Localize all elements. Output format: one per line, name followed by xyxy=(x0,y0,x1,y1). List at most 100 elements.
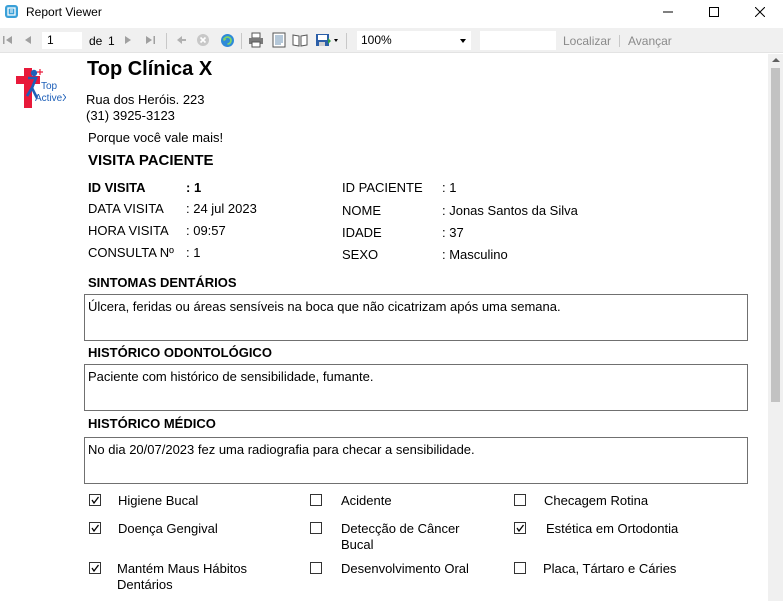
checkbox-label: Desenvolvimento Oral xyxy=(341,561,469,576)
checkbox-orthodontic-aesthetics xyxy=(514,522,526,534)
medical-history-box: No dia 20/07/2023 fez uma radiografia pa… xyxy=(84,437,748,484)
visit-date-value: : 24 jul 2023 xyxy=(186,201,257,216)
dental-symptoms-title: SINTOMAS DENTÁRIOS xyxy=(88,275,237,290)
maximize-button[interactable] xyxy=(691,0,737,24)
next-link[interactable]: Avançar xyxy=(628,34,672,48)
visit-time-label: HORA VISITA xyxy=(88,223,169,238)
dental-history-title: HISTÓRICO ODONTOLÓGICO xyxy=(88,345,272,360)
prev-page-button[interactable] xyxy=(20,32,36,48)
checkmark-icon xyxy=(91,564,100,573)
minimize-icon xyxy=(663,11,673,13)
patient-sex-value: : Masculino xyxy=(442,247,508,262)
patient-age-value: : 37 xyxy=(442,225,464,240)
next-page-icon xyxy=(125,36,131,44)
print-layout-icon xyxy=(272,32,286,48)
checkbox-label: Acidente xyxy=(341,493,392,508)
prev-page-icon xyxy=(25,36,31,44)
page-of-label: de xyxy=(89,34,103,48)
section-title: VISITA PACIENTE xyxy=(88,152,214,169)
page-number-input[interactable]: 1 xyxy=(41,31,83,50)
checkbox-gum-disease xyxy=(89,522,101,534)
checkbox-label: Estética em Ortodontia xyxy=(546,521,679,536)
print-button[interactable] xyxy=(248,32,264,48)
close-icon xyxy=(755,7,765,17)
app-icon xyxy=(5,5,18,18)
clinic-phone: (31) 3925-3123 xyxy=(86,108,175,123)
checkbox-label: Checagem Rotina xyxy=(544,493,649,508)
checkbox-routine-check xyxy=(514,494,526,506)
export-button[interactable] xyxy=(315,32,341,48)
patient-name-value: : Jonas Santos da Silva xyxy=(442,203,578,218)
export-icon xyxy=(316,34,338,46)
zoom-value: 100% xyxy=(361,33,392,47)
checkbox-label: Mantém Maus Hábitos Dentários xyxy=(117,561,248,592)
page-total: 1 xyxy=(108,34,115,48)
page-setup-icon xyxy=(292,34,308,47)
scroll-up-icon[interactable] xyxy=(772,58,780,62)
stop-icon xyxy=(197,34,209,46)
stop-button[interactable] xyxy=(195,32,211,48)
visit-id-value: : 1 xyxy=(186,180,202,195)
refresh-button[interactable] xyxy=(219,32,235,48)
logo-text-bottom: ActiveX xyxy=(35,93,66,104)
toolbar-separator xyxy=(619,35,620,47)
page-setup-button[interactable] xyxy=(292,32,308,48)
zoom-select[interactable]: 100% xyxy=(357,31,471,50)
clinic-address: Rua dos Heróis. 223 xyxy=(86,92,205,107)
find-input[interactable] xyxy=(480,31,556,50)
checkbox-oral-cancer xyxy=(310,522,322,534)
close-button[interactable] xyxy=(737,0,783,24)
report-page: Top ActiveX Top Clínica X Rua dos Heróis… xyxy=(0,54,768,601)
visit-time-value: : 09:57 xyxy=(186,223,226,238)
scroll-thumb[interactable] xyxy=(771,68,780,402)
patient-id-label: ID PACIENTE xyxy=(342,180,423,195)
checkbox-label: Placa, Tártaro e Cáries xyxy=(543,561,677,576)
checkbox-label: Higiene Bucal xyxy=(118,493,199,508)
logo-text-top: Top xyxy=(41,81,58,92)
checkbox-label: Doença Gengival xyxy=(118,521,218,536)
title-bar: Report Viewer xyxy=(0,0,783,24)
checkmark-icon xyxy=(91,524,100,533)
toolbar-separator xyxy=(346,33,347,49)
find-link[interactable]: Localizar xyxy=(563,34,611,48)
next-page-button[interactable] xyxy=(120,32,136,48)
checkbox-label: Detecção de Câncer Bucal xyxy=(341,521,460,552)
medical-history-title: HISTÓRICO MÉDICO xyxy=(88,416,216,431)
back-icon xyxy=(177,36,186,44)
maximize-icon xyxy=(709,7,719,17)
checkbox-accident xyxy=(310,494,322,506)
dropdown-arrow-icon xyxy=(460,39,466,43)
checkbox-bad-habits xyxy=(89,562,101,574)
patient-age-label: IDADE xyxy=(342,225,382,240)
report-toolbar: 1 de 1 100% Localizar Avançar xyxy=(0,28,783,53)
dental-symptoms-box: Úlcera, feridas ou áreas sensíveis na bo… xyxy=(84,294,748,341)
clinic-slogan: Porque você vale mais! xyxy=(88,130,224,145)
toolbar-separator xyxy=(166,33,167,49)
visit-date-label: DATA VISITA xyxy=(88,201,164,216)
refresh-icon xyxy=(220,33,234,47)
consult-number-label: CONSULTA Nº xyxy=(88,245,174,260)
minimize-button[interactable] xyxy=(645,0,691,24)
checkbox-oral-hygiene xyxy=(89,494,101,506)
back-button[interactable] xyxy=(173,32,189,48)
checkbox-oral-development xyxy=(310,562,322,574)
first-page-button[interactable] xyxy=(0,32,16,48)
clinic-name: Top Clínica X xyxy=(87,58,213,80)
last-page-icon xyxy=(146,36,155,44)
checkmark-icon xyxy=(91,496,100,505)
last-page-button[interactable] xyxy=(142,32,158,48)
toolbar-separator xyxy=(241,33,242,49)
print-layout-button[interactable] xyxy=(271,32,287,48)
patient-name-label: NOME xyxy=(342,203,381,218)
print-icon xyxy=(249,32,263,48)
visit-id-label: ID VISITA xyxy=(88,180,146,195)
checkbox-plaque-tartar-caries xyxy=(514,562,526,574)
window-title: Report Viewer xyxy=(26,5,102,19)
clinic-logo: Top ActiveX xyxy=(16,68,66,108)
consult-number-value: : 1 xyxy=(186,245,201,260)
vertical-scrollbar[interactable] xyxy=(768,54,783,601)
first-page-icon xyxy=(3,36,12,44)
patient-id-value: : 1 xyxy=(442,180,457,195)
patient-sex-label: SEXO xyxy=(342,247,379,262)
checkmark-icon xyxy=(516,524,525,533)
